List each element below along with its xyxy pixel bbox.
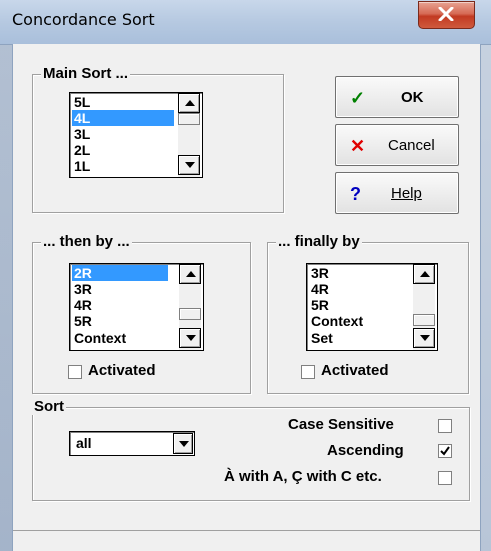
status-divider	[13, 530, 480, 531]
main-sort-label: Main Sort ...	[41, 65, 131, 82]
list-item[interactable]: 5L	[72, 94, 92, 110]
list-item[interactable]: 4R	[72, 297, 94, 313]
check-icon: ✓	[350, 88, 366, 108]
then-by-group: ... then by ... 2R 3R 4R 5R Context Acti…	[32, 233, 251, 394]
concordance-sort-dialog: Concordance Sort Main Sort ... 5L 4L 3L …	[0, 0, 491, 551]
checkmark-icon	[440, 446, 450, 456]
finally-by-label: ... finally by	[276, 233, 362, 250]
arrow-up-icon	[186, 271, 196, 277]
close-button[interactable]	[418, 1, 475, 29]
then-by-label: ... then by ...	[41, 233, 132, 250]
arrow-up-icon	[185, 100, 195, 106]
window-title: Concordance Sort	[12, 10, 155, 29]
scroll-down-button[interactable]	[413, 328, 435, 348]
list-item-selected[interactable]: 4L	[72, 110, 174, 126]
finally-by-activated-label: Activated	[321, 362, 389, 379]
list-item[interactable]: 5R	[72, 313, 94, 329]
list-item[interactable]: 4R	[309, 281, 331, 297]
sort-label: Sort	[32, 398, 66, 415]
close-icon	[438, 7, 454, 21]
list-item[interactable]: 3R	[72, 281, 94, 297]
scrollbar[interactable]	[413, 264, 435, 350]
list-item[interactable]: 5R	[309, 297, 331, 313]
sort-group: Sort all Case Sensitive Ascending À with…	[32, 398, 470, 501]
list-item[interactable]: 2L	[72, 142, 92, 158]
scrollbar[interactable]	[178, 93, 200, 177]
ok-button[interactable]: ✓ OK	[335, 76, 459, 118]
title-bar: Concordance Sort	[0, 0, 491, 45]
x-icon: ✕	[350, 136, 366, 156]
help-label: Help	[391, 185, 422, 202]
list-item[interactable]: Set	[309, 330, 335, 346]
finally-by-activated-checkbox[interactable]	[301, 365, 315, 379]
scroll-up-button[interactable]	[413, 264, 435, 284]
arrow-down-icon	[185, 162, 195, 168]
cancel-label: Cancel	[388, 137, 435, 154]
scroll-thumb[interactable]	[179, 308, 201, 320]
case-sensitive-label: Case Sensitive	[288, 416, 394, 433]
accent-folding-label: À with A, Ç with C etc.	[224, 468, 382, 485]
dialog-body: Main Sort ... 5L 4L 3L 2L 1L ✓ OK ✕ Canc…	[12, 44, 481, 551]
case-sensitive-checkbox[interactable]	[438, 419, 452, 433]
list-item[interactable]: 3L	[72, 126, 92, 142]
ascending-checkbox[interactable]	[438, 444, 452, 458]
accent-folding-checkbox[interactable]	[438, 471, 452, 485]
then-by-activated-label: Activated	[88, 362, 156, 379]
chevron-down-icon	[179, 441, 189, 447]
scroll-thumb[interactable]	[178, 113, 200, 125]
list-item[interactable]: Context	[309, 313, 365, 329]
main-sort-group: Main Sort ... 5L 4L 3L 2L 1L	[32, 65, 284, 213]
list-item[interactable]: Context	[72, 330, 128, 346]
arrow-up-icon	[420, 271, 430, 277]
scroll-down-button[interactable]	[178, 155, 200, 175]
ok-label: OK	[401, 89, 424, 106]
then-by-listbox[interactable]: 2R 3R 4R 5R Context	[69, 263, 204, 351]
main-sort-listbox[interactable]: 5L 4L 3L 2L 1L	[69, 92, 203, 178]
question-icon: ?	[350, 184, 361, 204]
cancel-button[interactable]: ✕ Cancel	[335, 124, 459, 166]
scroll-thumb[interactable]	[413, 314, 435, 326]
scroll-down-button[interactable]	[179, 328, 201, 348]
ascending-label: Ascending	[327, 442, 404, 459]
finally-by-listbox[interactable]: 3R 4R 5R Context Set	[306, 263, 438, 351]
list-item-selected[interactable]: 2R	[72, 265, 168, 281]
combo-dropdown-button[interactable]	[173, 433, 193, 454]
scroll-up-button[interactable]	[179, 264, 201, 284]
sort-scope-value: all	[76, 435, 92, 451]
list-item[interactable]: 3R	[309, 265, 331, 281]
then-by-activated-checkbox[interactable]	[68, 365, 82, 379]
help-button[interactable]: ? Help	[335, 172, 459, 214]
list-item[interactable]: 1L	[72, 158, 92, 174]
scroll-up-button[interactable]	[178, 93, 200, 113]
arrow-down-icon	[186, 335, 196, 341]
arrow-down-icon	[420, 335, 430, 341]
scrollbar[interactable]	[179, 264, 201, 350]
sort-scope-combo[interactable]: all	[69, 431, 195, 456]
finally-by-group: ... finally by 3R 4R 5R Context Set Acti…	[267, 233, 469, 394]
